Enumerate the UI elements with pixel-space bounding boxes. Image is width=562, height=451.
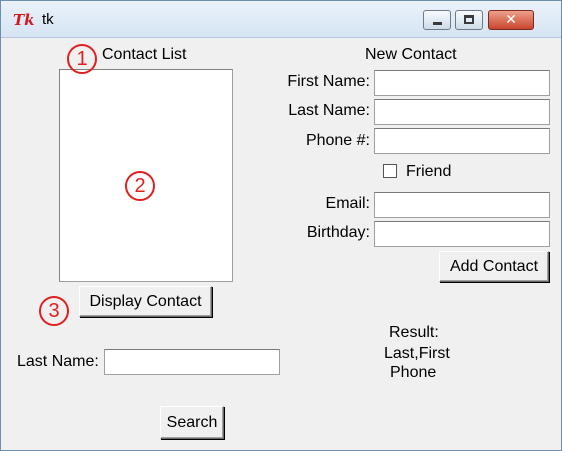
minimize-button[interactable] [423,10,451,30]
title-bar[interactable]: Tk tk ✕ [1,1,561,38]
maximize-icon [464,15,474,24]
new-contact-heading: New Contact [365,46,457,63]
annotation-marker-3: 3 [39,296,69,326]
window-title: tk [42,11,54,28]
contact-list-heading: Contact List [102,46,187,63]
phone-label: Phone #: [305,132,370,149]
friend-checkbox[interactable] [383,164,397,178]
result-phone: Phone [390,364,437,381]
birthday-input[interactable] [374,221,550,247]
close-button[interactable]: ✕ [488,10,534,30]
email-input[interactable] [374,192,550,218]
add-contact-button[interactable]: Add Contact [439,251,549,282]
search-last-name-label: Last Name: [17,353,99,370]
tk-logo-icon: Tk [13,11,35,29]
last-name-input[interactable] [374,99,550,125]
annotation-marker-1: 1 [67,44,97,74]
email-label: Email: [325,195,370,212]
phone-input[interactable] [374,128,550,154]
result-name: Last,First [384,345,450,362]
result-heading: Result: [389,324,439,341]
search-button[interactable]: Search [160,406,224,439]
maximize-button[interactable] [455,10,483,30]
annotation-marker-2: 2 [125,171,155,201]
minimize-icon [433,22,442,25]
friend-label: Friend [406,163,452,180]
search-last-name-input[interactable] [104,349,280,375]
first-name-input[interactable] [374,70,550,96]
first-name-label: First Name: [287,73,370,90]
display-contact-button[interactable]: Display Contact [79,286,212,317]
last-name-label: Last Name: [288,102,370,119]
birthday-label: Birthday: [306,224,370,241]
app-window: Tk tk ✕ Contact List Display Contact New… [0,0,562,451]
close-icon: ✕ [505,12,517,28]
